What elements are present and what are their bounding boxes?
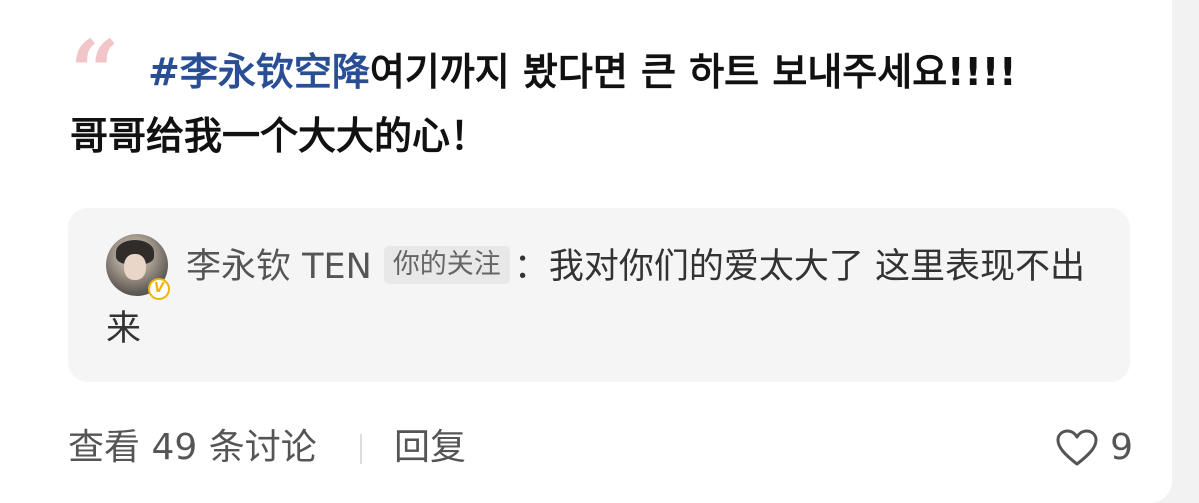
- repost-separator: ：: [513, 247, 549, 287]
- like-count: 9: [1110, 427, 1133, 468]
- repost-content: 李永钦 TEN 你的关注 ：我对你们的爱太大了 这里表现不出来: [106, 236, 1096, 360]
- post-text-line2: 哥哥给我一个大大的心！: [70, 114, 489, 158]
- heart-outline-icon: [1056, 429, 1098, 466]
- footer-divider: [360, 434, 362, 464]
- like-button[interactable]: 9: [1056, 420, 1133, 476]
- repost-username[interactable]: 李永钦 TEN: [186, 247, 372, 287]
- post-body: #李永钦空降여기까지 봤다면 큰 하트 보내주세요!!!! 哥哥给我一个大大的心…: [70, 40, 1150, 168]
- reposted-comment[interactable]: V 李永钦 TEN 你的关注 ：我对你们的爱太大了 这里表现不出来: [68, 208, 1130, 382]
- post-text-line1: 여기까지 봤다면 큰 하트 보내주세요!!!!: [369, 50, 1017, 94]
- post-footer: 查看 49 条讨论 回复 9: [68, 420, 1133, 476]
- reply-button[interactable]: 回复: [394, 420, 466, 476]
- hashtag-link[interactable]: #李永钦空降: [148, 50, 370, 94]
- post-card: “ #李永钦空降여기까지 봤다면 큰 하트 보내주세요!!!! 哥哥给我一个大大…: [0, 0, 1172, 503]
- following-badge: 你的关注: [383, 246, 510, 284]
- view-discussion-button[interactable]: 查看 49 条讨论: [68, 420, 317, 476]
